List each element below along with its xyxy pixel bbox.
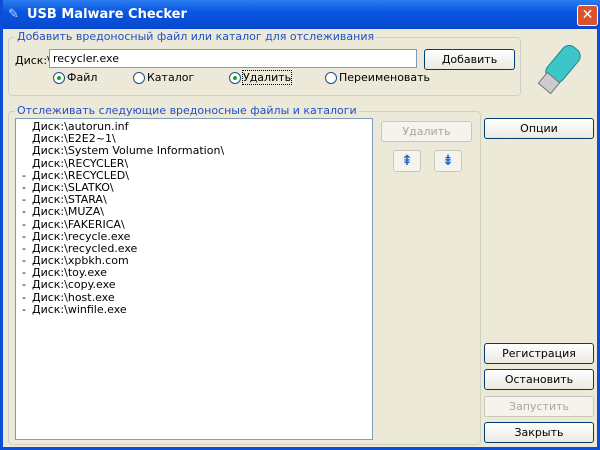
radio-circle: [53, 71, 65, 84]
radio-circle: [133, 71, 145, 84]
item-mark: [16, 145, 32, 157]
item-path: Диск:\FAKERICA\: [32, 217, 125, 231]
radio-label: Каталог: [147, 71, 195, 84]
close-window-button[interactable]: ✕: [577, 5, 598, 26]
radio-circle: [229, 71, 241, 84]
list-item[interactable]: - Диск:\FAKERICA\: [16, 217, 372, 231]
item-mark: -: [22, 302, 26, 316]
item-path: Диск:\MUZA\: [32, 205, 104, 219]
list-item[interactable]: - Диск:\winfile.exe: [16, 302, 372, 316]
item-mark: -: [22, 217, 26, 231]
radio-file[interactable]: Файл: [53, 71, 97, 84]
title-bar: ✎ USB Malware Checker ✕: [3, 0, 600, 29]
item-mark: -: [22, 278, 26, 292]
radio-circle: [325, 71, 337, 84]
add-button[interactable]: Добавить: [424, 49, 515, 70]
usb-app-icon: ✎: [8, 7, 19, 22]
list-item[interactable]: - Диск:\copy.exe: [16, 279, 372, 291]
radio-label: Переименовать: [339, 71, 431, 84]
list-group-label: Отслеживать следующие вредоносные файлы …: [15, 104, 359, 117]
list-item[interactable]: - Диск:\MUZA\: [16, 206, 372, 218]
item-path: Диск:\copy.exe: [32, 278, 116, 292]
window-title: USB Malware Checker: [27, 7, 187, 22]
path-input[interactable]: [49, 49, 417, 68]
register-button[interactable]: Регистрация: [484, 343, 594, 364]
move-down-icon[interactable]: ⇟: [434, 150, 462, 172]
item-path: Диск:\host.exe: [32, 290, 115, 304]
delete-entry-button[interactable]: Удалить: [381, 121, 472, 142]
item-mark: -: [22, 290, 26, 304]
item-path: Диск:\winfile.exe: [32, 302, 127, 316]
add-group-label: Добавить вредоносный файл или каталог дл…: [15, 30, 377, 43]
move-up-icon[interactable]: ⇞: [393, 150, 421, 172]
item-mark: [16, 121, 32, 133]
radio-rename[interactable]: Переименовать: [325, 71, 430, 84]
item-mark: [16, 133, 32, 145]
item-path: Диск:\System Volume Information\: [32, 144, 225, 158]
stop-button[interactable]: Остановить: [484, 369, 594, 390]
radio-label: Удалить: [241, 70, 293, 85]
disk-label: Диск:\: [15, 54, 51, 67]
item-path: Диск:\RECYCLER\: [32, 156, 129, 170]
close-button[interactable]: Закрыть: [484, 422, 594, 443]
radio-folder[interactable]: Каталог: [133, 71, 194, 84]
radio-label: Файл: [67, 71, 98, 84]
radio-delete[interactable]: Удалить: [229, 70, 293, 85]
start-button[interactable]: Запустить: [484, 396, 594, 417]
item-mark: -: [22, 205, 26, 219]
main-window: ✎ USB Malware Checker ✕ Добавить вредоно…: [0, 0, 600, 450]
options-button[interactable]: Опции: [484, 118, 594, 139]
list-item[interactable]: Диск:\RECYCLER\: [16, 156, 372, 170]
list-item[interactable]: - Диск:\host.exe: [16, 290, 372, 304]
item-mark: [16, 158, 32, 170]
list-item[interactable]: Диск:\System Volume Information\: [16, 145, 372, 157]
malware-list[interactable]: Диск:\autorun.inf Диск:\E2E2~1\ Диск:\Syst…: [15, 118, 373, 440]
usb-drive-icon: [537, 45, 581, 95]
